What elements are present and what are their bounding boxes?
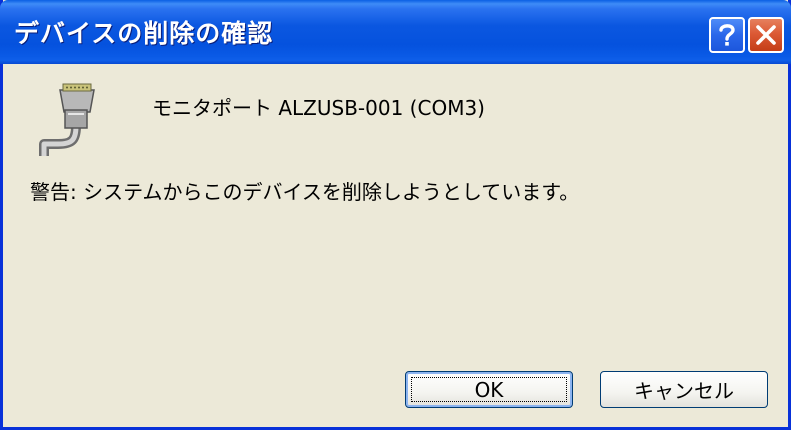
warning-message: 警告: システムからこのデバイスを削除しようとしています。 bbox=[30, 180, 580, 204]
title-bar[interactable]: デバイスの削除の確認 bbox=[0, 0, 791, 64]
close-x-icon bbox=[756, 25, 776, 45]
cancel-button[interactable]: キャンセル bbox=[600, 371, 768, 408]
help-button[interactable] bbox=[709, 17, 745, 53]
ok-button[interactable]: OK bbox=[405, 371, 573, 408]
cancel-button-label: キャンセル bbox=[634, 379, 734, 403]
close-button[interactable] bbox=[748, 17, 784, 53]
window-title: デバイスの削除の確認 bbox=[14, 19, 274, 48]
ok-button-label: OK bbox=[474, 377, 504, 402]
serial-port-icon bbox=[32, 82, 104, 156]
device-name-label: モニタポート ALZUSB-001 (COM3) bbox=[152, 96, 485, 120]
confirm-device-removal-dialog: デバイスの削除の確認 モニタポート ALZUSB-001 (COM3) 警告: … bbox=[0, 0, 791, 430]
question-mark-icon bbox=[719, 24, 735, 46]
